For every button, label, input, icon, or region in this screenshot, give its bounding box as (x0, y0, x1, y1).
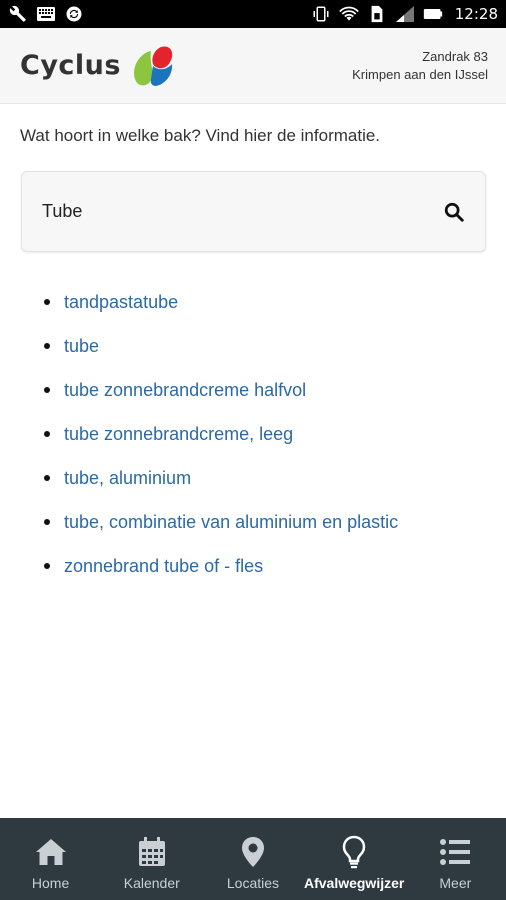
bullet (44, 519, 50, 525)
address-block: Zandrak 83 Krimpen aan den IJssel (352, 48, 488, 84)
nav-kalender-label: Kalender (123, 875, 180, 891)
intro-text: Wat hoort in welke bak? Vind hier de inf… (20, 126, 381, 145)
result-link[interactable]: tube, combinatie van aluminium en plasti… (64, 512, 398, 533)
list-item: tube zonnebrandcreme, leeg (44, 412, 398, 456)
signal-icon (395, 4, 415, 24)
battery-icon (423, 4, 443, 24)
nav-meer[interactable]: Meer (407, 834, 503, 891)
nav-afvalwegwijzer-label: Afvalwegwijzer (303, 875, 405, 891)
bullet (44, 299, 50, 305)
result-link[interactable]: tandpastatube (64, 292, 178, 313)
result-link[interactable]: tube zonnebrandcreme halfvol (64, 380, 306, 401)
bullet (44, 387, 50, 393)
status-right-icons: 12:28 (311, 4, 498, 24)
results-list: tandpastatube tube tube zonnebrandcreme … (44, 280, 398, 588)
sim-icon (367, 4, 387, 24)
list-icon (437, 834, 473, 870)
search-input[interactable] (42, 201, 422, 222)
list-item: tube zonnebrandcreme halfvol (44, 368, 398, 412)
search-box (21, 171, 486, 252)
wifi-icon (338, 4, 359, 24)
vibrate-icon (311, 4, 331, 24)
location-pin-icon (235, 834, 271, 870)
bullet (44, 475, 50, 481)
result-link[interactable]: tube zonnebrandcreme, leeg (64, 424, 293, 445)
calendar-icon (134, 834, 170, 870)
brand-logo: Cyclus (20, 43, 175, 89)
nav-afvalwegwijzer[interactable]: Afvalwegwijzer (303, 834, 405, 891)
address-street: Zandrak 83 (422, 48, 488, 64)
sync-icon (64, 4, 84, 24)
nav-meer-label: Meer (439, 875, 472, 891)
nav-home-label: Home (31, 875, 70, 891)
list-item: tube, combinatie van aluminium en plasti… (44, 500, 398, 544)
result-link[interactable]: zonnebrand tube of - fles (64, 556, 263, 577)
address-city: Krimpen aan den IJssel (352, 66, 488, 82)
brand-name: Cyclus (20, 50, 121, 81)
status-bar: 12:28 (0, 0, 506, 28)
bullet (44, 343, 50, 349)
status-left-icons (8, 4, 84, 24)
clock: 12:28 (454, 5, 498, 23)
search-icon[interactable] (441, 199, 467, 225)
list-item: tube, aluminium (44, 456, 398, 500)
nav-locaties[interactable]: Locaties (205, 834, 301, 891)
wrench-icon (8, 4, 28, 24)
list-item: tube (44, 324, 398, 368)
result-link[interactable]: tube, aluminium (64, 468, 191, 489)
result-link[interactable]: tube (64, 336, 99, 357)
home-icon (33, 834, 69, 870)
lightbulb-icon (336, 834, 372, 870)
list-item: tandpastatube (44, 280, 398, 324)
nav-home[interactable]: Home (3, 834, 99, 891)
keyboard-icon (36, 4, 56, 24)
nav-kalender[interactable]: Kalender (104, 834, 200, 891)
bullet (44, 431, 50, 437)
nav-locaties-label: Locaties (226, 875, 280, 891)
cyclus-logo-icon (134, 45, 173, 86)
bullet (44, 563, 50, 569)
app-header: Cyclus Zandrak 83 Krimpen aan den IJssel (0, 28, 506, 104)
list-item: zonnebrand tube of - fles (44, 544, 398, 588)
bottom-nav: Home Kalender Locaties Afvalwegwijzer Me… (0, 818, 506, 900)
